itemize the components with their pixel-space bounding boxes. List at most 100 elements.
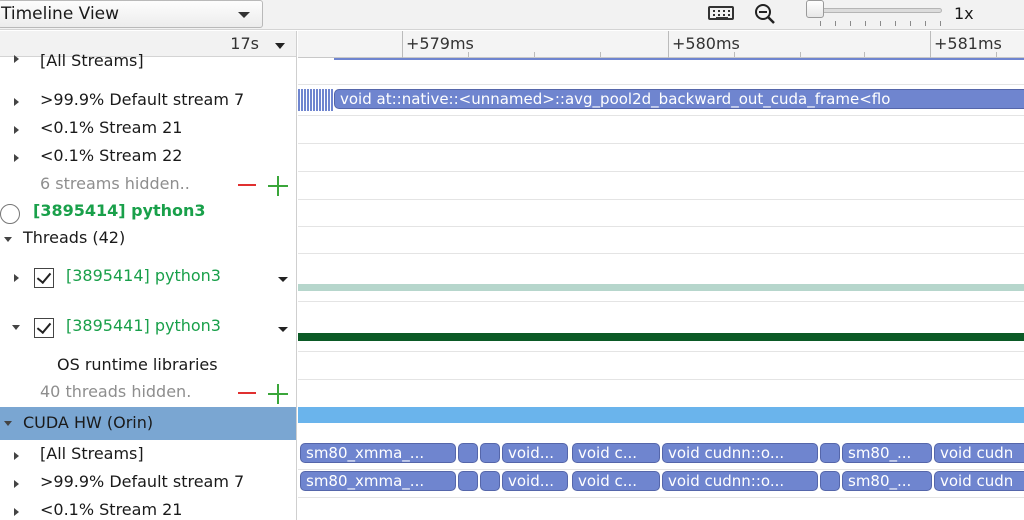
- timeline-tree-panel: 17s [All Streams] >99.9% Default stream …: [0, 31, 297, 520]
- timeline-canvas[interactable]: +579ms +580ms +581ms void at::native::<u…: [298, 31, 1024, 520]
- tree-row-hw-all-streams[interactable]: [All Streams]: [0, 444, 296, 468]
- thread-label: [3895441] python3: [66, 316, 221, 335]
- tree-row-process[interactable]: [3895414] python3: [0, 201, 296, 225]
- expand-arrow-icon[interactable]: [14, 480, 19, 488]
- thread-activity-bar[interactable]: [298, 284, 1024, 291]
- tree-row-hw-default-stream[interactable]: >99.9% Default stream 7: [0, 472, 296, 496]
- tree-row-hw-stream-21[interactable]: <0.1% Stream 21: [0, 500, 296, 520]
- kernel-bar[interactable]: void cudn: [934, 443, 1024, 463]
- kernel-bar[interactable]: void...: [502, 443, 568, 463]
- kernel-bar[interactable]: [480, 443, 500, 463]
- zoom-slider-ticks: [820, 21, 942, 26]
- tree-row-thread-3895441[interactable]: [3895441] python3: [0, 316, 296, 340]
- tree-row-default-stream[interactable]: >99.9% Default stream 7: [0, 90, 296, 114]
- row-divider: [298, 199, 1024, 200]
- collapse-arrow-icon[interactable]: [12, 325, 20, 330]
- row-divider: [298, 351, 1024, 352]
- row-divider: [298, 171, 1024, 172]
- ruler-minor-tick: [468, 52, 469, 57]
- keyboard-icon[interactable]: [708, 6, 734, 20]
- os-runtime-label: OS runtime libraries: [57, 355, 218, 374]
- thread-menu-icon[interactable]: [278, 277, 288, 282]
- minus-icon[interactable]: [238, 392, 256, 394]
- row-divider: [298, 143, 1024, 144]
- expand-arrow-icon[interactable]: [14, 154, 19, 162]
- row-divider: [298, 84, 1024, 85]
- kernel-bar[interactable]: [458, 471, 478, 491]
- kernel-bar[interactable]: void...: [502, 471, 568, 491]
- collapse-arrow-icon[interactable]: [4, 421, 12, 426]
- tree-row-streams-hidden: 6 streams hidden..: [0, 174, 296, 198]
- ruler-minor-tick: [534, 52, 535, 57]
- tree-row-threads[interactable]: Threads (42): [0, 228, 296, 252]
- ruler-major-tick: [930, 31, 931, 58]
- tree-row-label: [All Streams]: [40, 444, 144, 463]
- tree-row-all-streams[interactable]: [All Streams]: [0, 49, 296, 70]
- ruler-minor-tick: [996, 52, 997, 57]
- kernel-bar[interactable]: [820, 471, 840, 491]
- collapse-arrow-icon[interactable]: [4, 237, 12, 242]
- ruler-minor-tick: [800, 52, 801, 57]
- kernel-spikes[interactable]: [298, 89, 334, 111]
- chevron-down-icon: [238, 12, 250, 18]
- expand-arrow-icon[interactable]: [14, 55, 19, 63]
- kernel-bar[interactable]: void cudnn::o...: [662, 471, 818, 491]
- tree-row-stream-22[interactable]: <0.1% Stream 22: [0, 146, 296, 170]
- expand-arrow-icon[interactable]: [14, 98, 19, 106]
- kernel-bar[interactable]: sm80_...: [842, 471, 932, 491]
- tree-row-threads-hidden: 40 threads hidden.: [0, 382, 296, 406]
- kernel-bar[interactable]: void c...: [572, 471, 660, 491]
- zoom-out-icon[interactable]: [753, 2, 777, 26]
- row-divider: [298, 469, 1024, 470]
- kernel-bar[interactable]: sm80_...: [842, 443, 932, 463]
- thread-menu-icon[interactable]: [278, 327, 288, 332]
- kernel-bar[interactable]: [458, 443, 478, 463]
- tree-row-cuda-hw[interactable]: CUDA HW (Orin): [0, 407, 296, 440]
- expand-arrow-icon[interactable]: [14, 126, 19, 134]
- zoom-level-label: 1x: [954, 4, 974, 23]
- tree-row-label: <0.1% Stream 21: [40, 500, 183, 519]
- cuda-hw-activity-band[interactable]: [298, 407, 1024, 423]
- kernel-bar[interactable]: sm80_xmma_...: [300, 471, 456, 491]
- ruler-label: +580ms: [672, 34, 740, 53]
- tree-row-label: [All Streams]: [40, 51, 144, 70]
- row-divider: [298, 253, 1024, 254]
- expand-arrow-icon[interactable]: [14, 274, 19, 282]
- kernel-bar[interactable]: void c...: [572, 443, 660, 463]
- view-selector-dropdown[interactable]: Timeline View: [0, 0, 263, 28]
- ruler-label: +579ms: [406, 34, 474, 53]
- expand-arrow-icon[interactable]: [14, 508, 19, 516]
- thread-activity-bar[interactable]: [298, 333, 1024, 341]
- plus-icon[interactable]: [268, 176, 288, 196]
- thread-checkbox[interactable]: [34, 268, 54, 288]
- minus-icon[interactable]: [238, 184, 256, 186]
- tree-row-label: <0.1% Stream 21: [40, 118, 183, 137]
- cuda-hw-label: CUDA HW (Orin): [23, 413, 154, 432]
- kernel-bar[interactable]: sm80_xmma_...: [300, 443, 456, 463]
- zoom-slider[interactable]: [806, 0, 942, 28]
- expand-arrow-icon[interactable]: [14, 452, 19, 460]
- zoom-slider-handle[interactable]: [806, 0, 824, 18]
- row-divider: [298, 115, 1024, 116]
- tree-row-stream-21[interactable]: <0.1% Stream 21: [0, 118, 296, 142]
- kernel-bar[interactable]: void cudnn::o...: [662, 443, 818, 463]
- kernel-bar-avg-pool2d[interactable]: void at::native::<unnamed>::avg_pool2d_b…: [334, 89, 1024, 109]
- ruler-minor-tick: [600, 52, 601, 57]
- view-selector-label: Timeline View: [1, 4, 120, 24]
- time-ruler[interactable]: +579ms +580ms +581ms: [298, 31, 1024, 58]
- kernel-bar[interactable]: [820, 443, 840, 463]
- kernel-bar[interactable]: void cudn: [934, 471, 1024, 491]
- tree-row-label: >99.9% Default stream 7: [40, 472, 245, 491]
- plus-icon[interactable]: [268, 384, 288, 404]
- row-divider: [298, 379, 1024, 380]
- hidden-threads-label: 40 threads hidden.: [40, 382, 192, 401]
- thread-checkbox[interactable]: [34, 318, 54, 338]
- ruler-label: +581ms: [934, 34, 1002, 53]
- thread-label: [3895414] python3: [66, 266, 221, 285]
- kernel-bar[interactable]: [480, 471, 500, 491]
- ruler-minor-tick: [734, 52, 735, 57]
- tree-row-label: >99.9% Default stream 7: [40, 90, 245, 109]
- ruler-minor-tick: [864, 52, 865, 57]
- tree-row-os-runtime[interactable]: OS runtime libraries: [0, 355, 296, 379]
- tree-row-thread-3895414[interactable]: [3895414] python3: [0, 266, 296, 290]
